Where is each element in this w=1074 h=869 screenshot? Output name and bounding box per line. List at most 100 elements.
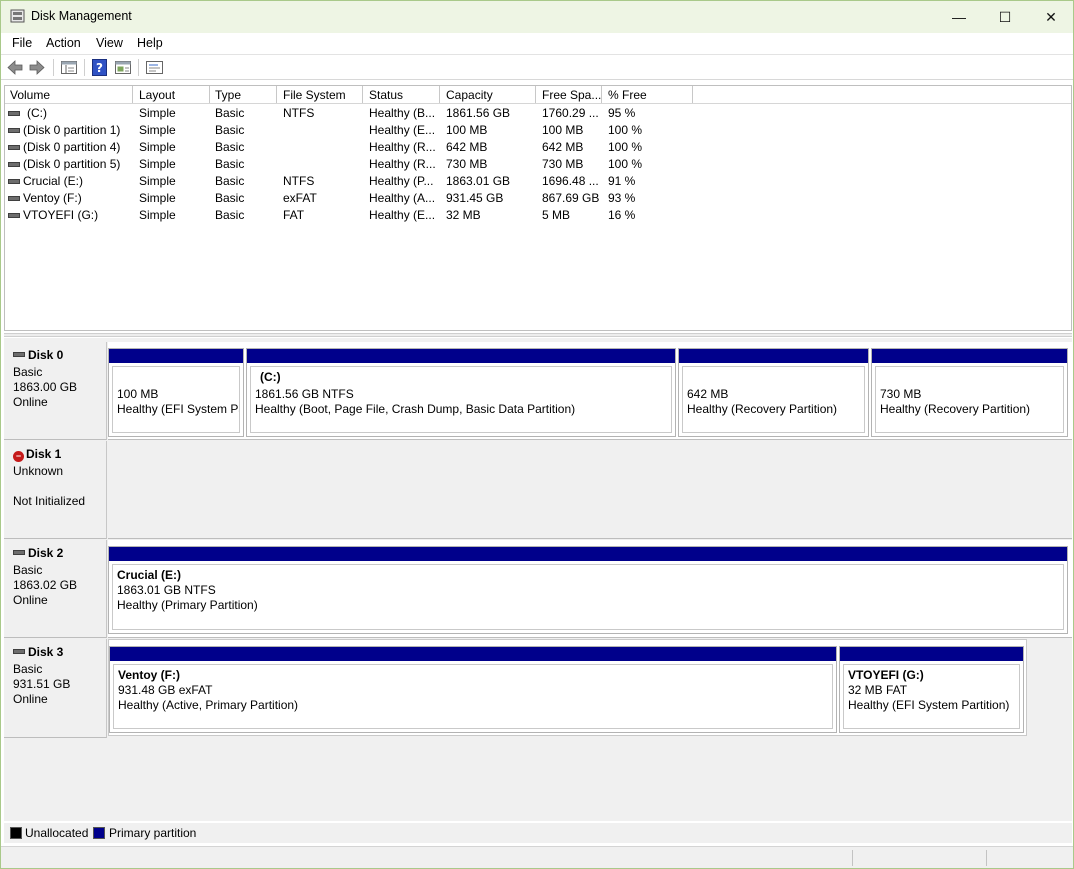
properties-icon[interactable] <box>146 59 163 76</box>
menu-file[interactable]: File <box>12 36 32 50</box>
menu-view[interactable]: View <box>96 36 123 50</box>
minimize-icon: — <box>952 9 966 25</box>
cell-volume: Ventoy (F:) <box>23 191 82 205</box>
primary-partition-bar <box>679 349 868 363</box>
cell-free-space: 867.69 GB <box>542 191 600 205</box>
cell-volume: (Disk 0 partition 1) <box>23 123 121 137</box>
cell-volume: VTOYEFI (G:) <box>23 208 99 222</box>
cell-type: Basic <box>215 123 245 137</box>
column-divider[interactable] <box>362 86 363 103</box>
volume-row[interactable]: (Disk 0 partition 4) Simple Basic Health… <box>5 139 1071 156</box>
partition-title: Ventoy (F:) <box>118 668 180 682</box>
volume-row[interactable]: Ventoy (F:) Simple Basic exFAT Healthy (… <box>5 190 1071 207</box>
column-divider[interactable] <box>692 86 693 103</box>
partition-status: Healthy (Boot, Page File, Crash Dump, Ba… <box>255 402 576 416</box>
column-header-file-system[interactable]: File System <box>283 88 346 102</box>
column-divider[interactable] <box>276 86 277 103</box>
column-header-capacity[interactable]: Capacity <box>446 88 493 102</box>
partition-size: 642 MB <box>687 387 729 401</box>
column-header-layout[interactable]: Layout <box>139 88 175 102</box>
column-divider[interactable] <box>601 86 602 103</box>
disk-2-label[interactable]: Disk 2 Basic 1863.02 GB Online <box>4 540 107 638</box>
cell-percent-free: 16 % <box>608 208 636 222</box>
back-arrow-icon[interactable] <box>6 59 24 76</box>
legend-swatch-primary <box>93 827 105 839</box>
window-title: Disk Management <box>31 9 132 23</box>
disk-0-label[interactable]: Disk 0 Basic 1863.00 GB Online <box>4 342 107 440</box>
disk-name: Disk 3 <box>13 645 63 659</box>
legend-label-primary: Primary partition <box>109 826 197 840</box>
cell-status: Healthy (A... <box>369 191 436 205</box>
primary-partition-bar <box>247 349 675 363</box>
maximize-button[interactable]: ☐ <box>982 1 1028 33</box>
cell-type: Basic <box>215 106 245 120</box>
primary-partition-bar <box>109 349 243 363</box>
partition-block[interactable]: 642 MB Healthy (Recovery Partition) <box>678 348 869 437</box>
cell-layout: Simple <box>139 106 176 120</box>
console-tree-icon[interactable] <box>60 59 78 76</box>
pane-splitter[interactable] <box>4 333 1072 337</box>
cell-layout: Simple <box>139 157 176 171</box>
cell-capacity: 931.45 GB <box>446 191 504 205</box>
disk-2-partitions: Crucial (E:) 1863.01 GB NTFS Healthy (Pr… <box>108 540 1072 638</box>
primary-partition-bar <box>110 647 836 661</box>
cell-volume: (Disk 0 partition 5) <box>23 157 121 171</box>
partition-status: Healthy (Recovery Partition) <box>687 402 838 416</box>
menu-bar: File Action View Help <box>1 33 1073 53</box>
column-header-status[interactable]: Status <box>369 88 403 102</box>
volume-row[interactable]: Crucial (E:) Simple Basic NTFS Healthy (… <box>5 173 1071 190</box>
volume-row[interactable]: (Disk 0 partition 5) Simple Basic Health… <box>5 156 1071 173</box>
volume-row[interactable]: (C:) Simple Basic NTFS Healthy (B... 186… <box>5 105 1071 122</box>
cell-file-system: exFAT <box>283 191 317 205</box>
disk-1-partitions <box>108 441 1072 539</box>
menu-action[interactable]: Action <box>46 36 81 50</box>
partition-body: 730 MB Healthy (Recovery Partition) <box>875 366 1064 433</box>
primary-partition-bar <box>840 647 1023 661</box>
disk-3-label[interactable]: Disk 3 Basic 931.51 GB Online <box>4 639 107 738</box>
volume-row[interactable]: VTOYEFI (G:) Simple Basic FAT Healthy (E… <box>5 207 1071 224</box>
column-divider[interactable] <box>209 86 210 103</box>
cell-percent-free: 100 % <box>608 157 643 171</box>
disk-state: Online <box>13 593 48 607</box>
column-header-percent-free[interactable]: % Free <box>608 88 647 102</box>
cell-capacity: 1861.56 GB <box>446 106 511 120</box>
column-divider[interactable] <box>535 86 536 103</box>
primary-partition-bar <box>872 349 1067 363</box>
partition-size: 730 MB <box>880 387 922 401</box>
close-button[interactable]: ✕ <box>1028 1 1074 33</box>
volume-row[interactable]: (Disk 0 partition 1) Simple Basic Health… <box>5 122 1071 139</box>
menu-help[interactable]: Help <box>137 36 163 50</box>
help-icon[interactable]: ? <box>92 59 107 76</box>
cell-status: Healthy (P... <box>369 174 434 188</box>
partition-block[interactable]: VTOYEFI (G:) 32 MB FAT Healthy (EFI Syst… <box>839 646 1024 733</box>
volume-drive-icon <box>8 179 20 184</box>
partition-block[interactable]: Crucial (E:) 1863.01 GB NTFS Healthy (Pr… <box>108 546 1068 634</box>
cell-type: Basic <box>215 174 245 188</box>
forward-arrow-icon[interactable] <box>28 59 46 76</box>
disk-1-label[interactable]: − Disk 1 Unknown Not Initialized <box>4 441 107 539</box>
volume-list-header: Volume Layout Type File System Status Ca… <box>5 86 1071 104</box>
title-bar[interactable]: Disk Management — ☐ ✕ <box>1 1 1073 33</box>
cell-type: Basic <box>215 208 245 222</box>
primary-partition-bar <box>109 547 1067 561</box>
partition-block[interactable]: Ventoy (F:) 931.48 GB exFAT Healthy (Act… <box>109 646 837 733</box>
column-header-volume[interactable]: Volume <box>10 88 50 102</box>
cell-layout: Simple <box>139 174 176 188</box>
partition-block[interactable]: 730 MB Healthy (Recovery Partition) <box>871 348 1068 437</box>
cell-free-space: 1696.48 ... <box>542 174 599 188</box>
partition-body: Crucial (E:) 1863.01 GB NTFS Healthy (Pr… <box>112 564 1064 630</box>
partition-block[interactable]: 100 MB Healthy (EFI System Par <box>108 348 244 437</box>
column-divider[interactable] <box>132 86 133 103</box>
disk-3-partitions: Ventoy (F:) 931.48 GB exFAT Healthy (Act… <box>108 639 1027 736</box>
show-pane-icon[interactable] <box>114 59 132 76</box>
partition-size: 931.48 GB exFAT <box>118 683 213 697</box>
column-header-type[interactable]: Type <box>215 88 241 102</box>
close-icon: ✕ <box>1045 8 1057 25</box>
column-divider[interactable] <box>439 86 440 103</box>
column-header-free-space[interactable]: Free Spa... <box>542 88 601 102</box>
disk-name-text: Disk 0 <box>28 348 64 362</box>
disk-type: Basic <box>13 662 43 676</box>
cell-volume: Crucial (E:) <box>23 174 84 188</box>
partition-block[interactable]: (C:) 1861.56 GB NTFS Healthy (Boot, Page… <box>246 348 676 437</box>
minimize-button[interactable]: — <box>936 1 982 33</box>
